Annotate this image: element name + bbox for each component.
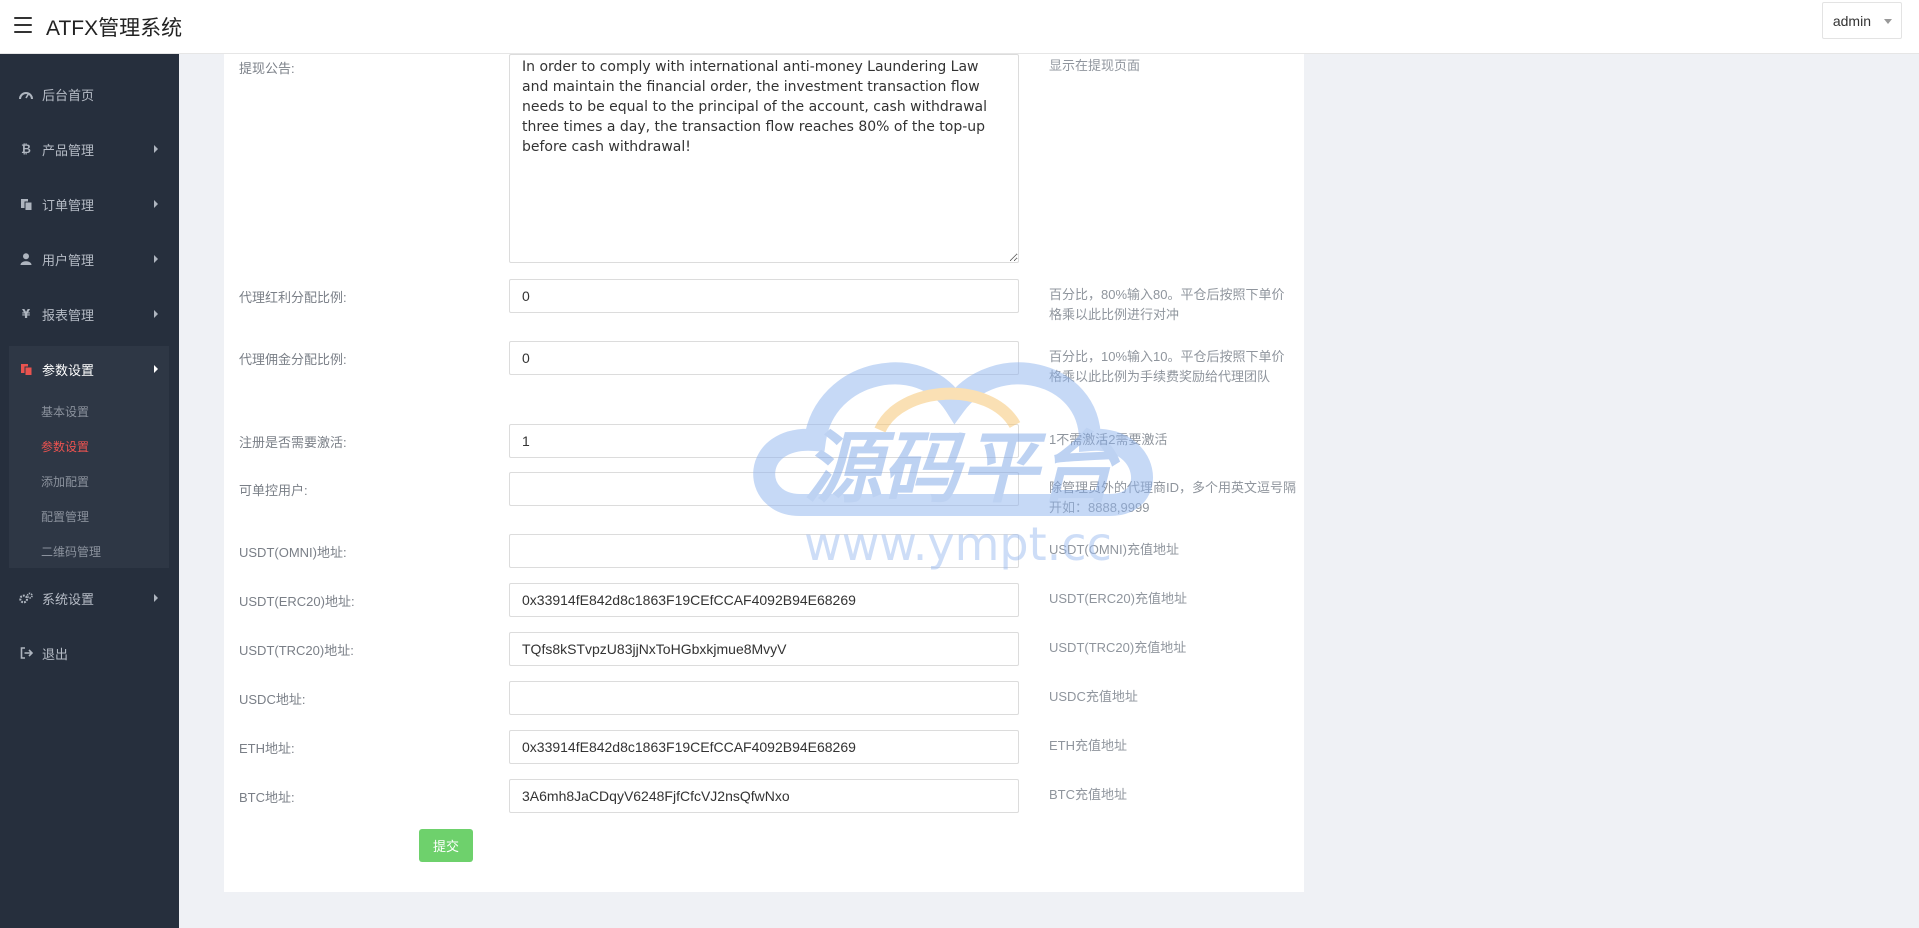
- sidebar-active-group: 参数设置 基本设置 参数设置 添加配置 配置管理 二维码管理: [9, 346, 169, 568]
- submenu-basic-settings[interactable]: 基本设置: [41, 403, 89, 420]
- field-label: USDT(TRC20)地址:: [239, 643, 354, 658]
- copy-icon: [19, 197, 33, 211]
- withdraw-notice-textarea[interactable]: In order to comply with international an…: [509, 54, 1019, 263]
- user-icon: [19, 252, 33, 266]
- sidebar-item-label: 产品管理: [42, 142, 95, 158]
- file-icon: [19, 362, 33, 376]
- withdraw-notice-help: 显示在提现页面: [1049, 58, 1141, 73]
- field-help: BTC充值地址: [1049, 787, 1128, 802]
- sidebar-item-label: 后台首页: [42, 87, 95, 103]
- app-title: ATFX管理系统: [46, 17, 183, 40]
- menu-toggle-icon[interactable]: [14, 17, 32, 33]
- sidebar-item-label: 参数设置: [42, 362, 95, 378]
- gears-icon: [19, 591, 33, 605]
- field-help: 除管理员外的代理商ID，多个用英文逗号隔开如：8888,9999: [1049, 480, 1297, 515]
- sidebar-item-products[interactable]: ₿ 产品管理: [0, 129, 179, 169]
- eth-address-input[interactable]: [509, 730, 1019, 764]
- sidebar-item-orders[interactable]: 订单管理: [0, 184, 179, 224]
- submit-button[interactable]: 提交: [419, 829, 473, 862]
- controllable-users-input[interactable]: [509, 472, 1019, 506]
- field-label: USDT(OMNI)地址:: [239, 545, 347, 560]
- field-help: USDT(TRC20)充值地址: [1049, 640, 1187, 655]
- submenu-parameter-settings[interactable]: 参数设置: [41, 438, 89, 455]
- sidebar-item-label: 退出: [42, 646, 69, 662]
- field-label: USDC地址:: [239, 692, 306, 707]
- field-help: USDC充值地址: [1049, 689, 1138, 704]
- withdraw-notice-label: 提现公告:: [239, 61, 295, 76]
- field-help: 百分比，80%输入80。平仓后按照下单价格乘以此比例进行对冲: [1049, 287, 1285, 322]
- field-label: 代理佣金分配比例:: [239, 352, 347, 367]
- sidebar-item-label: 订单管理: [42, 197, 95, 213]
- dashboard-icon: [19, 87, 33, 101]
- caret-right-icon: [154, 594, 158, 602]
- caret-right-icon: [154, 255, 158, 263]
- submenu-config-management[interactable]: 配置管理: [41, 508, 89, 525]
- caret-right-icon: [154, 365, 158, 373]
- sidebar-item-dashboard[interactable]: 后台首页: [0, 74, 179, 114]
- sidebar-item-reports[interactable]: ¥ 报表管理: [0, 294, 179, 334]
- top-header: ATFX管理系统 admin: [0, 0, 1919, 54]
- sidebar-item-label: 报表管理: [42, 307, 95, 323]
- sidebar-item-system[interactable]: 系统设置: [0, 578, 179, 618]
- field-help: USDT(OMNI)充值地址: [1049, 542, 1179, 557]
- field-label: USDT(ERC20)地址:: [239, 594, 355, 609]
- caret-right-icon: [154, 200, 158, 208]
- btc-address-input[interactable]: [509, 779, 1019, 813]
- field-label: 注册是否需要激活:: [239, 435, 347, 450]
- field-help: ETH充值地址: [1049, 738, 1128, 753]
- field-label: 代理红利分配比例:: [239, 290, 347, 305]
- agent-commission-ratio-input[interactable]: [509, 341, 1019, 375]
- agent-dividend-ratio-input[interactable]: [509, 279, 1019, 313]
- field-label: ETH地址:: [239, 741, 295, 756]
- caret-right-icon: [154, 310, 158, 318]
- submenu-qrcode-management[interactable]: 二维码管理: [41, 543, 101, 560]
- registration-activation-input[interactable]: [509, 424, 1019, 458]
- sign-out-icon: [19, 646, 33, 660]
- sidebar: 后台首页 ₿ 产品管理 订单管理 用户管理 ¥ 报表管理 参数设置 基本设置 参…: [0, 54, 179, 928]
- usdt-erc20-address-input[interactable]: [509, 583, 1019, 617]
- field-label: BTC地址:: [239, 790, 295, 805]
- caret-down-icon: [1884, 19, 1892, 24]
- bitcoin-icon: ₿: [21, 142, 31, 156]
- yen-icon: ¥: [21, 307, 31, 321]
- caret-right-icon: [154, 145, 158, 153]
- sidebar-item-users[interactable]: 用户管理: [0, 239, 179, 279]
- user-name: admin: [1832, 13, 1871, 29]
- usdt-omni-address-input[interactable]: [509, 534, 1019, 568]
- sidebar-item-logout[interactable]: 退出: [0, 633, 179, 673]
- sidebar-item-parameters[interactable]: 参数设置: [0, 349, 179, 389]
- submenu-add-config[interactable]: 添加配置: [41, 473, 89, 490]
- field-label: 可单控用户:: [239, 483, 308, 498]
- sidebar-item-label: 系统设置: [42, 591, 95, 607]
- user-menu-button[interactable]: admin: [1821, 2, 1902, 39]
- usdc-address-input[interactable]: [509, 681, 1019, 715]
- field-help: USDT(ERC20)充值地址: [1049, 591, 1187, 606]
- field-help: 百分比，10%输入10。平仓后按照下单价格乘以此比例为手续费奖励给代理团队: [1049, 349, 1285, 384]
- usdt-trc20-address-input[interactable]: [509, 632, 1019, 666]
- field-help: 1不需激活2需要激活: [1049, 432, 1168, 447]
- sidebar-item-label: 用户管理: [42, 252, 95, 268]
